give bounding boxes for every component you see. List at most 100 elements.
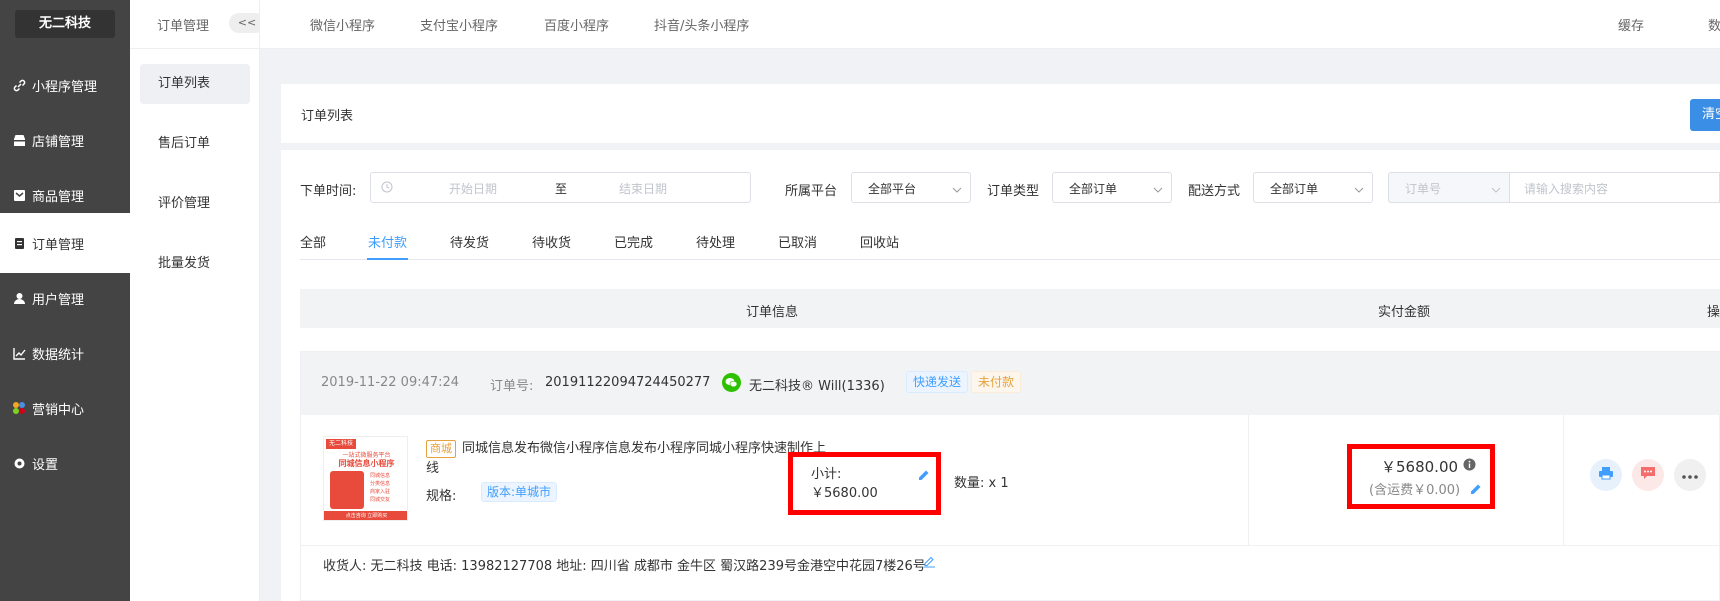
edit-subtotal-icon[interactable]: [917, 468, 931, 486]
tab-recycle-bin[interactable]: 回收站: [860, 232, 899, 251]
spec-value: 版本:单城市: [481, 482, 558, 502]
buyer-name: 无二科技® Will(1336): [749, 379, 885, 394]
cache-link[interactable]: 缓存: [1618, 15, 1644, 34]
chevron-down-icon: [1153, 182, 1163, 197]
data-link[interactable]: 数: [1708, 15, 1720, 34]
platform-select[interactable]: 全部平台: [851, 172, 971, 203]
delivery-select-value: 全部订单: [1270, 182, 1319, 196]
tab-all[interactable]: 全部: [300, 232, 326, 251]
nav-label: 营销中心: [32, 402, 85, 418]
range-separator: 至: [555, 182, 568, 196]
link-icon: [12, 78, 26, 92]
edit-address-icon[interactable]: [923, 555, 936, 572]
nav-item-users[interactable]: 用户管理: [0, 268, 130, 328]
chevron-down-icon: [1491, 182, 1501, 197]
chevron-down-icon: [1354, 182, 1364, 197]
secondary-sidebar-header: 订单管理 <<: [130, 0, 265, 49]
brand-logo: 无二科技: [15, 10, 115, 38]
more-icon: [1682, 468, 1698, 483]
tab-to-ship[interactable]: 待发货: [450, 232, 489, 251]
sub-item-batch-ship[interactable]: 批量发货: [140, 244, 250, 284]
date-range-picker[interactable]: 开始日期 至 结束日期: [370, 172, 751, 203]
print-button[interactable]: [1590, 459, 1622, 491]
sub-item-after-sales[interactable]: 售后订单: [140, 124, 250, 164]
platform-label: 所属平台: [785, 184, 838, 199]
secondary-sidebar: 订单管理 << 订单列表 售后订单 评价管理 批量发货: [130, 0, 265, 601]
thumb-brand: 无二科技: [326, 439, 357, 449]
thumb-feature: 同城交友: [370, 497, 391, 503]
edit-amount-icon[interactable]: [1469, 482, 1483, 500]
order-type-select[interactable]: 全部订单: [1052, 172, 1172, 203]
search-input[interactable]: 请输入搜索内容: [1509, 172, 1720, 203]
tab-wechat[interactable]: 微信小程序: [310, 15, 375, 34]
order-number: 20191122094724450277: [545, 375, 711, 390]
column-divider: [1563, 415, 1564, 546]
user-icon: [12, 291, 26, 305]
nav-label: 订单管理: [32, 237, 85, 253]
sub-item-reviews[interactable]: 评价管理: [140, 184, 250, 224]
top-bar: 微信小程序 支付宝小程序 百度小程序 抖音/头条小程序 缓存 数: [260, 0, 1720, 49]
main-sidebar: 无二科技 小程序管理 店铺管理 商品管理 订单管理 用户管理 数据统计 营销中心…: [0, 0, 130, 601]
thumb-feature-list: 同城信息 分类信息 商家入驻 同城交友: [370, 472, 390, 504]
tab-alipay[interactable]: 支付宝小程序: [420, 15, 498, 34]
product-thumbnail[interactable]: 无二科技 一站式微服务平台 同城信息小程序 同城信息 分类信息 商家入驻 同城交…: [323, 436, 408, 521]
tab-to-receive[interactable]: 待收货: [532, 232, 571, 251]
nav-item-settings[interactable]: 设置: [0, 433, 130, 493]
nav-label: 用户管理: [32, 292, 85, 308]
tab-cancelled[interactable]: 已取消: [778, 232, 817, 251]
settings-icon: [12, 456, 26, 470]
tab-baidu[interactable]: 百度小程序: [544, 15, 609, 34]
order-type-label: 订单类型: [987, 184, 1040, 199]
more-button[interactable]: [1674, 459, 1706, 491]
delivery-tag: 快递发送: [906, 371, 969, 393]
page-title: 订单列表: [301, 109, 354, 124]
thumb-feature: 分类信息: [370, 481, 391, 487]
search-field-value: 订单号: [1405, 182, 1442, 196]
end-date-input[interactable]: 结束日期: [619, 180, 667, 197]
status-badge: 未付款: [971, 371, 1022, 393]
tab-completed[interactable]: 已完成: [614, 232, 653, 251]
nav-item-stats[interactable]: 数据统计: [0, 323, 130, 383]
order-card: 2019-11-22 09:47:24 订单号: 201911220947244…: [300, 351, 1720, 601]
tab-unpaid[interactable]: 未付款: [368, 232, 407, 251]
secondary-sidebar-title: 订单管理: [157, 19, 210, 34]
nav-item-orders[interactable]: 订单管理: [0, 213, 130, 273]
nav-label: 数据统计: [32, 347, 85, 363]
tab-douyin[interactable]: 抖音/头条小程序: [654, 15, 749, 34]
nav-label: 商品管理: [32, 189, 85, 205]
thumb-feature: 同城信息: [370, 473, 391, 479]
wechat-icon: [722, 373, 741, 396]
shop-icon: [12, 133, 26, 147]
nav-item-miniprogram[interactable]: 小程序管理: [0, 55, 130, 115]
message-icon: [1640, 465, 1656, 485]
nav-label: 小程序管理: [32, 79, 98, 95]
sub-item-order-list[interactable]: 订单列表: [140, 64, 250, 104]
start-date-input[interactable]: 开始日期: [449, 180, 497, 197]
nav-label: 设置: [32, 457, 59, 473]
chart-icon: [12, 346, 26, 360]
column-divider: [1248, 415, 1249, 546]
message-button[interactable]: [1632, 459, 1664, 491]
chevron-down-icon: [952, 182, 962, 197]
column-header-order-info: 订单信息: [746, 305, 799, 320]
shop-tag: 商城: [426, 440, 456, 458]
clear-button[interactable]: 清空: [1690, 99, 1720, 131]
platform-select-value: 全部平台: [868, 182, 917, 196]
printer-icon: [1598, 465, 1614, 485]
search-field-select[interactable]: 订单号: [1388, 172, 1510, 203]
delivery-select[interactable]: 全部订单: [1253, 172, 1373, 203]
nav-item-marketing[interactable]: 营销中心: [0, 378, 130, 438]
nav-item-shop[interactable]: 店铺管理: [0, 110, 130, 170]
subtotal-label: 小计:: [811, 467, 842, 482]
order-time-label: 下单时间:: [300, 184, 357, 199]
search-input-placeholder: 请输入搜索内容: [1524, 182, 1609, 196]
tab-pending[interactable]: 待处理: [696, 232, 735, 251]
order-list-card: 下单时间: 开始日期 至 结束日期 所属平台 全部平台 订单类型 全部订单 配送…: [281, 150, 1720, 601]
thumb-cta: 点击咨询 立即购买: [324, 511, 407, 520]
marketing-icon: [12, 401, 26, 415]
shipping-fee: (含运费￥0.00): [1369, 483, 1461, 498]
order-time: 2019-11-22 09:47:24: [321, 375, 460, 390]
column-header-paid-amount: 实付金额: [1378, 305, 1431, 320]
product-title[interactable]: 商城 同城信息发布微信小程序信息发布小程序同城小程序快速制作上线: [426, 439, 826, 479]
info-icon[interactable]: [1463, 458, 1476, 475]
